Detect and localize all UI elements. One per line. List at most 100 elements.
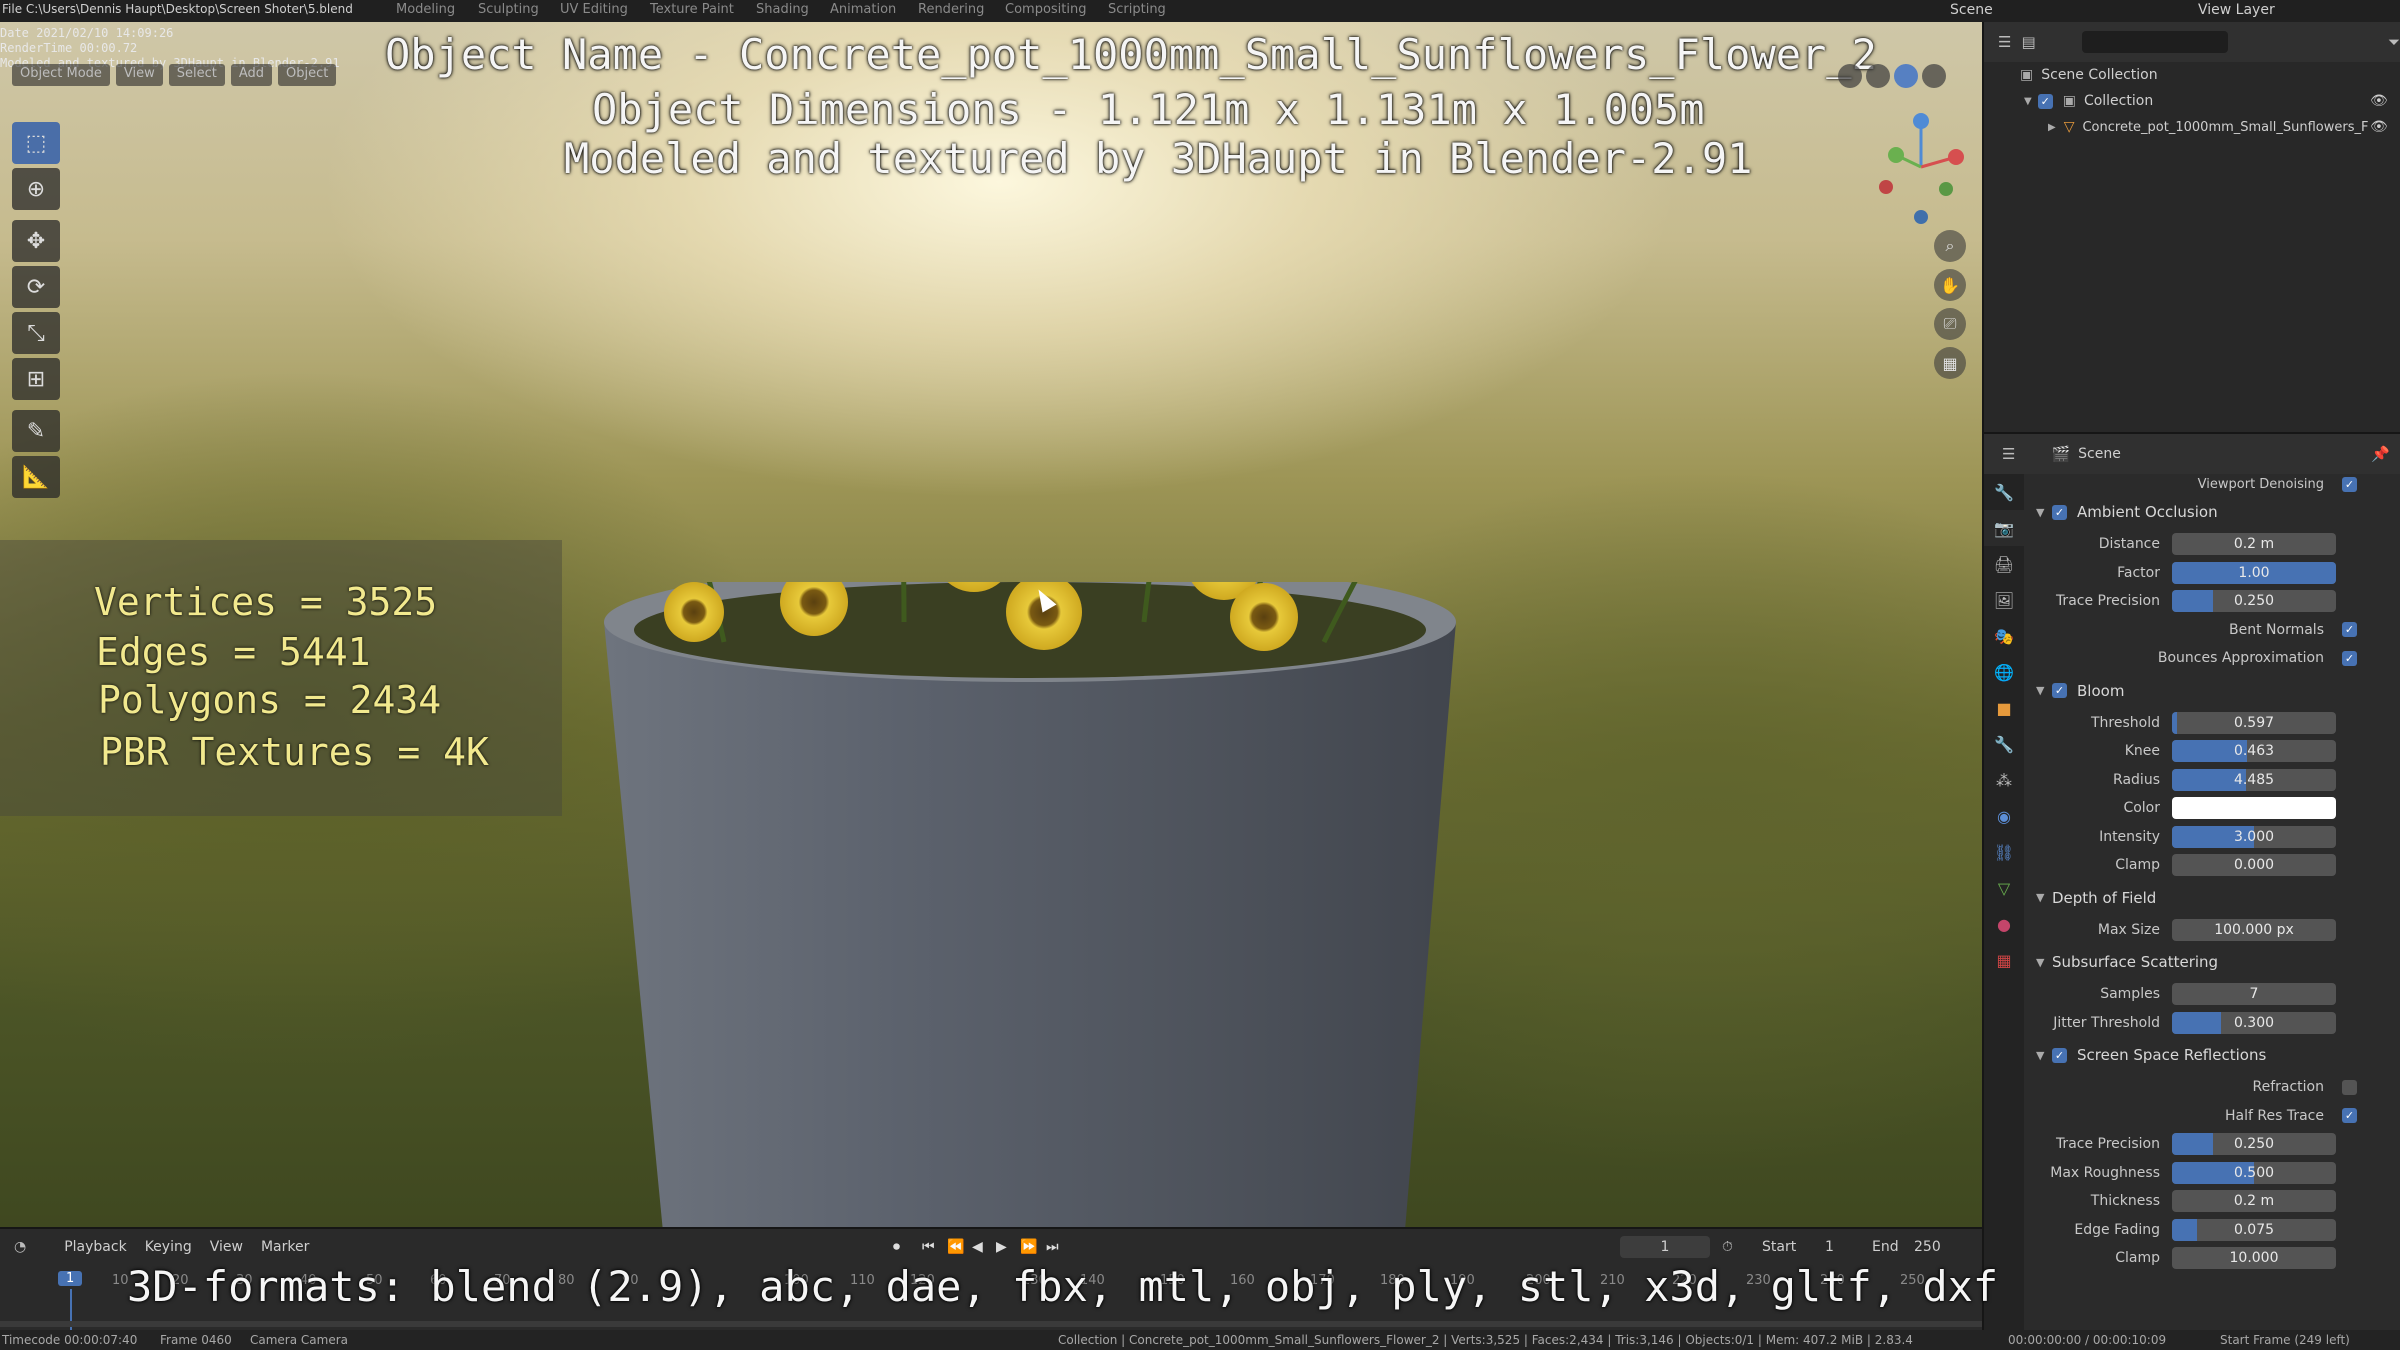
world-tab-icon[interactable]: 🌐 [1984, 654, 2024, 690]
physics-tab-icon[interactable]: ◉ [1984, 798, 2024, 834]
material-tab-icon[interactable]: ● [1984, 906, 2024, 942]
subsurface-section[interactable]: ▼ Subsurface Scattering [2024, 944, 2400, 980]
ssr-trace-slider[interactable]: 0.250 [2172, 1133, 2336, 1156]
next-keyframe-icon[interactable]: ⏩ [1020, 1239, 1037, 1255]
data-tab-icon[interactable]: ▽ [1984, 870, 2024, 906]
ssr-checkbox[interactable]: ✓ [2052, 1047, 2067, 1063]
rendered-shading-button[interactable] [1922, 64, 1946, 88]
ortho-grid-icon[interactable]: ▦ [1934, 347, 1966, 379]
ssr-thickness-field[interactable]: 0.2 m [2172, 1190, 2336, 1213]
tab-texture-paint[interactable]: Texture Paint [650, 2, 734, 17]
view-menu[interactable]: View [210, 1239, 243, 1255]
current-frame-field[interactable]: 1 [1620, 1236, 1710, 1258]
editor-type-icon[interactable]: ☰ [2002, 445, 2015, 463]
ambient-occlusion-section[interactable]: ▼ ✓ Ambient Occlusion [2024, 494, 2400, 530]
scale-tool-icon[interactable]: ⤡ [12, 312, 60, 354]
navigation-gizmo[interactable] [1876, 107, 1966, 227]
expand-arrow-icon[interactable]: ▼ [2024, 96, 2032, 107]
render-tab-icon[interactable]: 📷 [1984, 510, 2024, 546]
modifier-tab-icon[interactable]: 🔧 [1984, 726, 2024, 762]
play-icon[interactable]: ▶ [996, 1239, 1007, 1255]
ao-distance-field[interactable]: 0.2 m [2172, 533, 2336, 556]
record-button-icon[interactable]: ⏺ [893, 1239, 900, 1255]
refraction-checkbox[interactable] [2342, 1079, 2357, 1095]
move-tool-icon[interactable]: ✥ [12, 220, 60, 262]
outliner-search-input[interactable] [2081, 31, 2228, 53]
bent-normals-checkbox[interactable]: ✓ [2342, 622, 2357, 638]
particles-tab-icon[interactable]: ⁂ [1984, 762, 2024, 798]
bloom-section[interactable]: ▼ ✓ Bloom [2024, 673, 2400, 709]
ssr-roughness-slider[interactable]: 0.500 [2172, 1161, 2336, 1184]
expand-arrow-icon[interactable]: ▶ [2048, 122, 2056, 133]
object-menu[interactable]: Object [278, 64, 337, 86]
playback-menu[interactable]: Playback [64, 1239, 126, 1255]
prev-keyframe-icon[interactable]: ⏪ [947, 1239, 964, 1255]
tab-scripting[interactable]: Scripting [1108, 2, 1166, 17]
bloom-knee-slider[interactable]: 0.463 [2172, 740, 2336, 763]
tab-sculpting[interactable]: Sculpting [478, 2, 539, 17]
sss-jitter-slider[interactable]: 0.300 [2172, 1011, 2336, 1034]
editor-type-icon[interactable]: ☰ [1998, 33, 2011, 51]
texture-tab-icon[interactable]: ▦ [1984, 942, 2024, 978]
cursor-tool-icon[interactable]: ⊕ [12, 168, 60, 210]
tab-animation[interactable]: Animation [830, 2, 896, 17]
bloom-clamp-field[interactable]: 0.000 [2172, 854, 2336, 877]
scene-tab-icon[interactable]: 🎭 [1984, 618, 2024, 654]
object-tab-icon[interactable]: ■ [1984, 690, 2024, 726]
scene-collection-row[interactable]: ▣ Scene Collection [1984, 62, 2400, 88]
pan-hand-icon[interactable]: ✋ [1934, 269, 1966, 301]
tab-modeling[interactable]: Modeling [396, 2, 455, 17]
visibility-eye-icon[interactable]: 👁 [2370, 93, 2388, 109]
bounces-checkbox[interactable]: ✓ [2342, 650, 2357, 666]
annotate-tool-icon[interactable]: ✎ [12, 410, 60, 452]
rotate-tool-icon[interactable]: ⟳ [12, 266, 60, 308]
bloom-checkbox[interactable]: ✓ [2052, 683, 2067, 698]
scene-selector[interactable]: Scene [1950, 2, 1993, 18]
bloom-radius-slider[interactable]: 4.485 [2172, 768, 2336, 791]
editor-type-icon[interactable]: ◔ [14, 1239, 26, 1255]
object-mode-dropdown[interactable]: Object Mode [12, 64, 110, 86]
select-box-tool-icon[interactable]: ⬚ [12, 122, 60, 164]
ssr-section[interactable]: ▼ ✓ Screen Space Reflections [2024, 1037, 2400, 1073]
select-menu[interactable]: Select [168, 64, 225, 86]
output-tab-icon[interactable]: 🖨 [1984, 546, 2024, 582]
tool-tab-icon[interactable]: 🔧 [1984, 474, 2024, 510]
material-shading-button[interactable] [1894, 64, 1918, 88]
solid-shading-button[interactable] [1866, 64, 1890, 88]
camera-view-icon[interactable]: ⎚ [1934, 308, 1966, 340]
display-mode-icon[interactable]: ▤ [2021, 33, 2035, 51]
tab-shading[interactable]: Shading [756, 2, 809, 17]
ambient-occlusion-checkbox[interactable]: ✓ [2052, 504, 2067, 520]
bloom-intensity-slider[interactable]: 3.000 [2172, 825, 2336, 848]
half-res-checkbox[interactable]: ✓ [2342, 1108, 2357, 1124]
jump-start-icon[interactable]: ⏮ [922, 1239, 935, 1255]
keying-menu[interactable]: Keying [145, 1239, 192, 1255]
dof-max-size-field[interactable]: 100.000 px [2172, 918, 2336, 941]
3d-viewport[interactable]: Date 2021/02/10 14:09:26 RenderTime 00:0… [0, 22, 1982, 1227]
add-menu[interactable]: Add [230, 64, 273, 86]
play-reverse-icon[interactable]: ◀ [972, 1239, 983, 1255]
collection-checkbox[interactable]: ✓ [2037, 93, 2053, 109]
wireframe-shading-button[interactable] [1838, 64, 1862, 88]
filter-icon[interactable]: ⏷ [2388, 33, 2400, 51]
depth-of-field-section[interactable]: ▼ Depth of Field [2024, 880, 2400, 916]
start-frame-field[interactable]: 1 [1825, 1239, 1834, 1255]
ssr-edge-fading-slider[interactable]: 0.075 [2172, 1218, 2336, 1241]
tab-rendering[interactable]: Rendering [918, 2, 984, 17]
view-layer-selector[interactable]: View Layer [2198, 2, 2275, 18]
collection-row[interactable]: ▼ ✓ ▣ Collection 👁 [1984, 88, 2400, 114]
end-frame-field[interactable]: 250 [1914, 1239, 1941, 1255]
tab-uv-editing[interactable]: UV Editing [560, 2, 628, 17]
bloom-color-swatch[interactable] [2172, 797, 2336, 820]
view-menu[interactable]: View [115, 64, 163, 86]
zoom-icon[interactable]: ⌕ [1934, 230, 1966, 262]
ao-factor-slider[interactable]: 1.00 [2172, 561, 2336, 584]
measure-tool-icon[interactable]: 📐 [12, 456, 60, 498]
ao-trace-precision-slider[interactable]: 0.250 [2172, 590, 2336, 613]
view-layer-tab-icon[interactable]: 🖼 [1984, 582, 2024, 618]
jump-end-icon[interactable]: ⏭ [1046, 1239, 1059, 1255]
playhead-frame[interactable]: 1 [58, 1271, 83, 1286]
viewport-denoising-checkbox[interactable]: ✓ [2342, 476, 2357, 492]
sss-samples-field[interactable]: 7 [2172, 983, 2336, 1006]
visibility-eye-icon[interactable]: 👁 [2370, 119, 2388, 135]
